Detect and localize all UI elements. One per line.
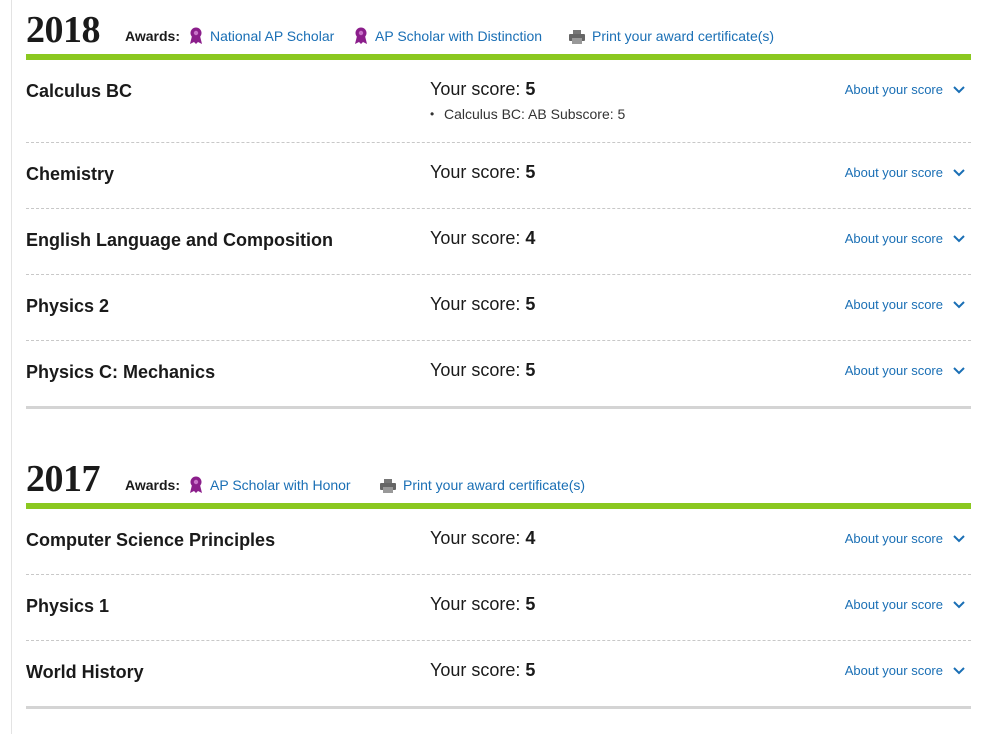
section-divider — [26, 706, 971, 709]
score-label: Your score: — [430, 162, 521, 182]
about-score-toggle[interactable]: About your score — [845, 82, 965, 98]
chevron-down-icon — [953, 301, 965, 309]
score-value: 5 — [525, 79, 536, 99]
exam-score: Your score: 4 — [430, 227, 535, 249]
about-score-toggle[interactable]: About your score — [845, 363, 965, 379]
score-value: 5 — [525, 660, 536, 680]
score-label: Your score: — [430, 594, 521, 614]
year-section-2018: 2018 Awards: National AP Scholar AP Scho… — [26, 8, 971, 409]
award-link-ap-scholar-with-honor[interactable]: AP Scholar with Honor — [189, 476, 351, 497]
exam-score: Your score: 5 — [430, 659, 535, 681]
score-label: Your score: — [430, 360, 521, 380]
print-label: Print your award certificate(s) — [592, 28, 775, 44]
exam-row: Chemistry Your score: 5 About your score — [26, 143, 971, 209]
exam-subject: Physics 1 — [26, 596, 110, 616]
about-score-toggle[interactable]: About your score — [845, 297, 965, 313]
exam-subject: Calculus BC — [26, 81, 133, 101]
score-value: 5 — [525, 162, 536, 182]
print-certificate-link[interactable]: Print your award certificate(s) — [380, 477, 585, 497]
exam-subject: Chemistry — [26, 164, 115, 184]
exam-score: Your score: 5 — [430, 359, 535, 381]
award-ribbon-icon — [190, 27, 202, 44]
exam-score: Your score: 5 — [430, 78, 535, 100]
exam-subject: Computer Science Principles — [26, 530, 276, 550]
chevron-down-icon — [953, 169, 965, 177]
score-value: 4 — [525, 228, 536, 248]
year-header: 2018 Awards: National AP Scholar AP Scho… — [26, 8, 971, 52]
award-ribbon-icon — [190, 476, 202, 493]
year-title: 2017 — [26, 458, 101, 500]
about-score-toggle[interactable]: About your score — [845, 531, 965, 547]
exam-score: Your score: 4 — [430, 527, 535, 549]
chevron-down-icon — [953, 667, 965, 675]
awards-label: Awards: — [125, 28, 180, 44]
about-score-label: About your score — [844, 231, 943, 246]
about-score-label: About your score — [844, 531, 943, 546]
score-label: Your score: — [430, 79, 521, 99]
year-section-2017: 2017 Awards: AP Scholar with Honor Print… — [26, 457, 971, 709]
exam-subscore: Calculus BC: AB Subscore: 5 — [430, 106, 625, 122]
score-value: 4 — [525, 528, 536, 548]
print-label: Print your award certificate(s) — [403, 477, 586, 493]
score-label: Your score: — [430, 294, 521, 314]
exam-row: Calculus BC Your score: 5 Calculus BC: A… — [26, 60, 971, 143]
about-score-toggle[interactable]: About your score — [845, 231, 965, 247]
chevron-down-icon — [953, 235, 965, 243]
award-label: AP Scholar with Honor — [210, 477, 351, 493]
about-score-label: About your score — [844, 297, 943, 312]
year-title: 2018 — [26, 9, 101, 51]
award-label: AP Scholar with Distinction — [375, 28, 543, 44]
exam-row: Computer Science Principles Your score: … — [26, 509, 971, 575]
exam-subject: World History — [26, 662, 144, 682]
exam-row: English Language and Composition Your sc… — [26, 209, 971, 275]
about-score-label: About your score — [844, 165, 943, 180]
score-value: 5 — [525, 360, 536, 380]
exam-subject: Physics 2 — [26, 296, 110, 316]
chevron-down-icon — [953, 86, 965, 94]
left-border — [11, 0, 12, 734]
exam-list: Computer Science Principles Your score: … — [26, 509, 971, 706]
printer-icon — [569, 30, 585, 44]
section-divider — [26, 406, 971, 409]
award-ribbon-icon — [355, 27, 367, 44]
year-header: 2017 Awards: AP Scholar with Honor Print… — [26, 457, 971, 501]
awards-label: Awards: — [125, 477, 180, 493]
score-label: Your score: — [430, 228, 521, 248]
printer-icon — [380, 479, 396, 493]
about-score-label: About your score — [844, 363, 943, 378]
exam-row: Physics 1 Your score: 5 About your score — [26, 575, 971, 641]
about-score-toggle[interactable]: About your score — [845, 597, 965, 613]
award-link-ap-scholar-with-distinction[interactable]: AP Scholar with Distinction — [354, 27, 543, 48]
exam-row: Physics C: Mechanics Your score: 5 About… — [26, 341, 971, 406]
award-label: National AP Scholar — [210, 28, 335, 44]
exam-score: Your score: 5 — [430, 293, 535, 315]
exam-row: Physics 2 Your score: 5 About your score — [26, 275, 971, 341]
about-score-label: About your score — [844, 663, 943, 678]
exam-subject: Physics C: Mechanics — [26, 362, 216, 382]
print-certificate-link[interactable]: Print your award certificate(s) — [569, 28, 774, 48]
exam-subject: English Language and Composition — [26, 230, 334, 250]
about-score-label: About your score — [844, 597, 943, 612]
exam-score: Your score: 5 — [430, 161, 535, 183]
about-score-toggle[interactable]: About your score — [845, 663, 965, 679]
award-link-national-ap-scholar[interactable]: National AP Scholar — [189, 27, 335, 48]
chevron-down-icon — [953, 535, 965, 543]
exam-row: World History Your score: 5 About your s… — [26, 641, 971, 706]
score-label: Your score: — [430, 528, 521, 548]
about-score-toggle[interactable]: About your score — [845, 165, 965, 181]
chevron-down-icon — [953, 601, 965, 609]
score-value: 5 — [525, 294, 536, 314]
exam-score: Your score: 5 — [430, 593, 535, 615]
chevron-down-icon — [953, 367, 965, 375]
exam-list: Calculus BC Your score: 5 Calculus BC: A… — [26, 60, 971, 406]
about-score-label: About your score — [844, 82, 943, 97]
score-label: Your score: — [430, 660, 521, 680]
score-value: 5 — [525, 594, 536, 614]
